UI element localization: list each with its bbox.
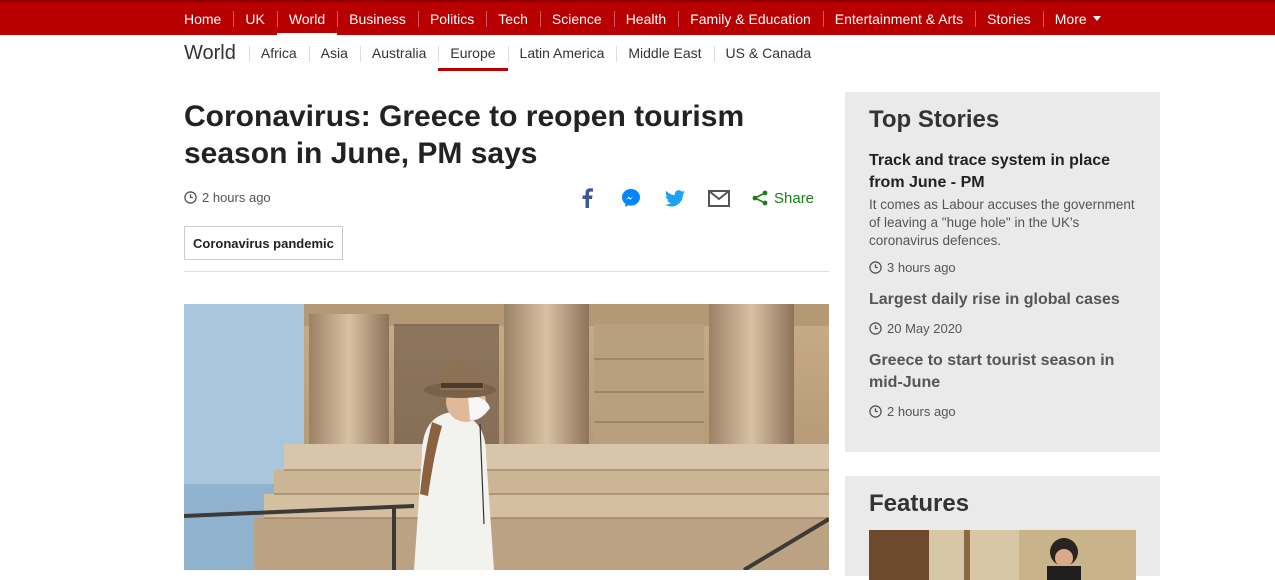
top-stories-panel: Top Stories Track and trace system in pl…: [845, 92, 1160, 452]
nav-label: Home: [184, 10, 222, 27]
nav-label: Tech: [498, 10, 528, 27]
nav-label: Health: [625, 10, 667, 27]
subnav-item-latin-america[interactable]: Latin America: [507, 35, 617, 71]
nav-item-business[interactable]: Business: [337, 2, 418, 35]
story-item: Greece to start tourist season in mid-Ju…: [869, 350, 1136, 419]
story-time-text: 20 May 2020: [887, 321, 963, 336]
clock-icon: [869, 405, 882, 418]
nav-label: UK: [245, 10, 265, 27]
features-title: Features: [869, 490, 970, 517]
clock-icon: [869, 322, 882, 335]
feature-thumbnail[interactable]: [869, 530, 1136, 580]
subnav-label: Africa: [260, 45, 297, 61]
nav-item-family-education[interactable]: Family & Education: [678, 2, 823, 35]
article-hero-image: [184, 304, 829, 570]
share-icon: [752, 190, 768, 206]
story-link[interactable]: Track and trace system in place from Jun…: [869, 150, 1136, 194]
nav-item-world[interactable]: World: [276, 2, 338, 37]
topic-tag[interactable]: Coronavirus pandemic: [184, 226, 343, 260]
story-timestamp: 20 May 2020: [869, 321, 1136, 336]
nav-item-uk[interactable]: UK: [233, 2, 276, 35]
email-icon[interactable]: [708, 187, 730, 209]
clock-icon: [869, 261, 882, 274]
story-link[interactable]: Largest daily rise in global cases: [869, 289, 1136, 311]
subnav-item-africa[interactable]: Africa: [248, 35, 309, 71]
subnav-item-us-canada[interactable]: US & Canada: [713, 35, 824, 71]
share-tools: Share: [576, 187, 814, 209]
story-summary: It comes as Labour accuses the governmen…: [869, 197, 1135, 248]
nav-item-entertainment-arts[interactable]: Entertainment & Arts: [822, 2, 975, 35]
subnav-label: US & Canada: [725, 45, 812, 61]
nav-label: More: [1054, 10, 1087, 27]
story-time-text: 2 hours ago: [887, 404, 956, 419]
share-button[interactable]: Share: [752, 190, 814, 207]
nav-label: Stories: [987, 10, 1031, 27]
subnav-label: Latin America: [519, 45, 605, 61]
nav-item-science[interactable]: Science: [539, 2, 614, 35]
story-link[interactable]: Greece to start tourist season in mid-Ju…: [869, 350, 1136, 394]
nav-item-health[interactable]: Health: [613, 2, 678, 35]
story-item: Track and trace system in place from Jun…: [869, 150, 1136, 275]
section-title[interactable]: World: [184, 42, 236, 65]
top-navigation: Home UK World Business Politics Tech Sci…: [0, 0, 1275, 37]
nav-item-politics[interactable]: Politics: [417, 2, 486, 35]
nav-label: Entertainment & Arts: [834, 10, 964, 27]
nav-item-more[interactable]: More: [1042, 2, 1113, 35]
subnav-label: Middle East: [628, 45, 702, 61]
subnav-label: Europe: [450, 45, 496, 61]
story-item: Largest daily rise in global cases 20 Ma…: [869, 289, 1136, 336]
share-label: Share: [774, 189, 815, 207]
story-time-text: 3 hours ago: [887, 260, 956, 275]
subnav-item-australia[interactable]: Australia: [359, 35, 438, 71]
timestamp-text: 2 hours ago: [202, 190, 271, 205]
messenger-icon[interactable]: [620, 187, 642, 209]
divider: [184, 271, 829, 272]
facebook-icon[interactable]: [576, 187, 598, 209]
story-timestamp: 3 hours ago: [869, 260, 1136, 275]
section-navigation: World Africa Asia Australia Europe Latin…: [184, 35, 823, 71]
top-stories-title: Top Stories: [869, 106, 1000, 133]
features-panel: Features: [845, 476, 1160, 580]
subnav-label: Australia: [371, 45, 427, 61]
nav-label: World: [288, 10, 326, 27]
subnav-item-asia[interactable]: Asia: [308, 35, 360, 71]
clock-icon: [184, 191, 197, 204]
subnav-item-europe[interactable]: Europe: [438, 35, 508, 71]
nav-item-home[interactable]: Home: [172, 2, 233, 35]
nav-label: Business: [349, 10, 406, 27]
nav-label: Family & Education: [690, 10, 811, 27]
article-headline: Coronavirus: Greece to reopen tourism se…: [184, 100, 745, 170]
caret-down-icon: [1092, 16, 1101, 21]
article-timestamp: 2 hours ago: [184, 190, 271, 205]
nav-item-stories[interactable]: Stories: [975, 2, 1043, 35]
story-timestamp: 2 hours ago: [869, 404, 1136, 419]
nav-label: Politics: [429, 10, 475, 27]
nav-label: Science: [551, 10, 602, 27]
nav-item-tech[interactable]: Tech: [486, 2, 540, 35]
subnav-label: Asia: [320, 45, 348, 61]
subnav-item-middle-east[interactable]: Middle East: [616, 35, 713, 71]
twitter-icon[interactable]: [664, 187, 686, 209]
